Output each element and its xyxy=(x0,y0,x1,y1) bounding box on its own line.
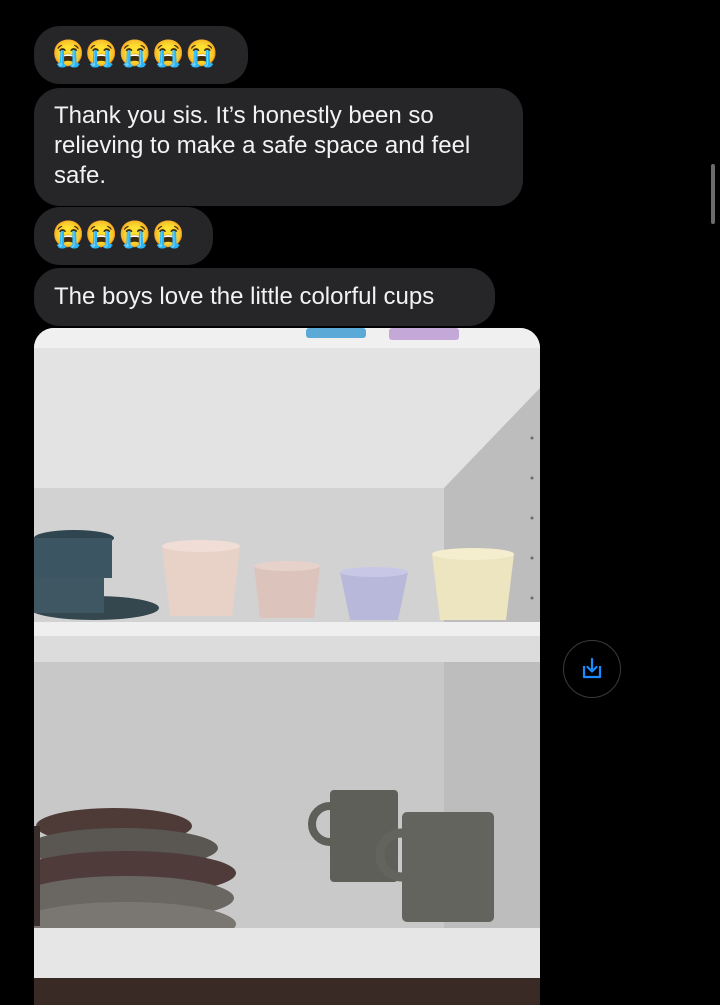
message-text: 😭😭😭😭 xyxy=(52,219,186,249)
download-button[interactable] xyxy=(563,640,621,698)
message-bubble-text-2[interactable]: The boys love the little colorful cups xyxy=(34,268,495,326)
message-bubble-emoji-1[interactable]: 😭😭😭😭😭 xyxy=(34,26,248,84)
scrollbar[interactable] xyxy=(711,164,715,224)
message-text: Thank you sis. It’s honestly been so rel… xyxy=(54,102,471,189)
message-text: The boys love the little colorful cups xyxy=(54,283,435,310)
message-text: 😭😭😭😭😭 xyxy=(52,38,219,68)
message-bubble-emoji-2[interactable]: 😭😭😭😭 xyxy=(34,207,213,265)
cabinet-photo xyxy=(34,328,540,1005)
photo-attachment[interactable] xyxy=(34,328,540,1005)
message-bubble-text-1[interactable]: Thank you sis. It’s honestly been so rel… xyxy=(34,88,523,206)
download-arrow-icon xyxy=(582,657,602,679)
